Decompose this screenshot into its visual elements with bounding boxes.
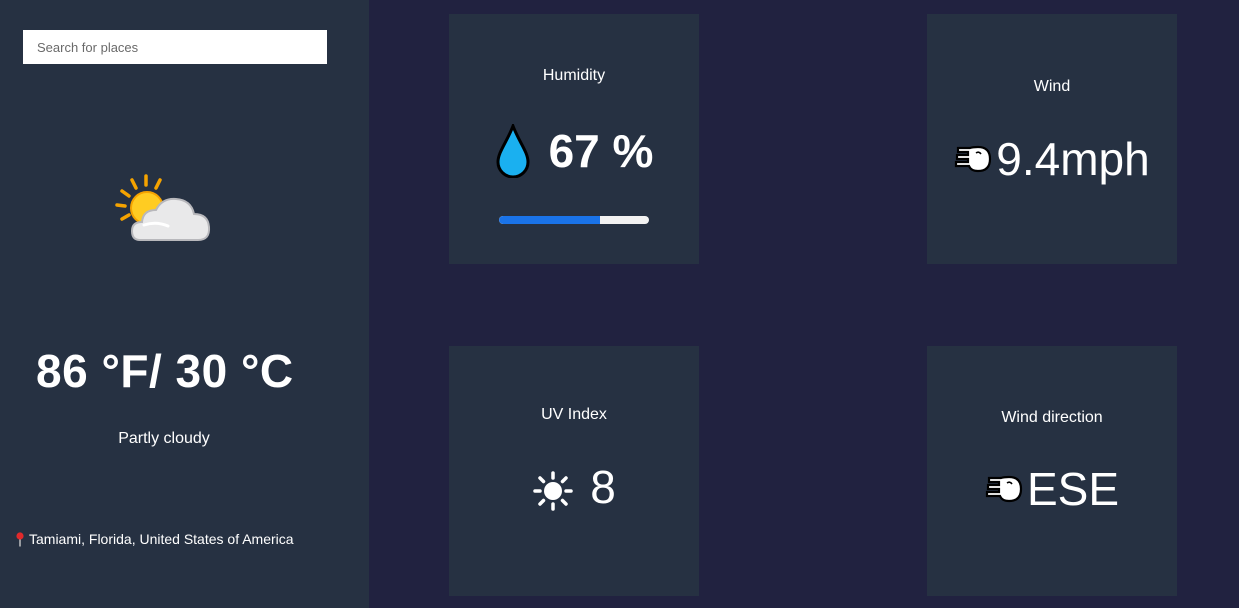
uv-value: 8 xyxy=(590,461,616,513)
uv-card: UV Index 8 xyxy=(449,346,699,596)
uv-title: UV Index xyxy=(541,406,607,423)
wind-direction-value-row: ESE xyxy=(927,462,1177,516)
wind-card: Wind 9.4mph xyxy=(927,14,1177,264)
water-drop-icon xyxy=(496,124,530,178)
wind-title: Wind xyxy=(1033,78,1071,95)
wind-direction-title: Wind direction xyxy=(1001,409,1103,426)
search-input[interactable] xyxy=(23,30,327,64)
humidity-progress xyxy=(499,216,649,224)
partly-cloudy-icon xyxy=(115,174,211,241)
wind-value: 9.4mph xyxy=(996,133,1150,185)
humidity-value-row: 67 % xyxy=(449,124,699,178)
humidity-progress-fill xyxy=(499,216,600,224)
wind-direction-value: ESE xyxy=(1026,463,1120,515)
wind-direction-card: Wind direction ESE xyxy=(927,346,1177,596)
wind-value-row: 9.4mph xyxy=(927,132,1177,186)
humidity-value: 67 % xyxy=(548,125,654,177)
condition-text: Partly cloudy xyxy=(118,430,210,447)
temperature: 86 °F/ 30 °C xyxy=(36,345,294,397)
wind-face-icon xyxy=(955,145,992,173)
pin-icon xyxy=(16,532,24,547)
sidebar: 86 °F/ 30 °C Partly cloudy Tamiami, Flor… xyxy=(0,0,369,608)
uv-value-row: 8 xyxy=(449,460,699,514)
wind-face-icon xyxy=(985,475,1023,503)
location-text: Tamiami, Florida, United States of Ameri… xyxy=(29,531,294,547)
sun-icon xyxy=(533,471,573,511)
humidity-card: Humidity 67 % xyxy=(449,14,699,264)
location: Tamiami, Florida, United States of Ameri… xyxy=(14,531,294,547)
humidity-title: Humidity xyxy=(542,67,606,84)
